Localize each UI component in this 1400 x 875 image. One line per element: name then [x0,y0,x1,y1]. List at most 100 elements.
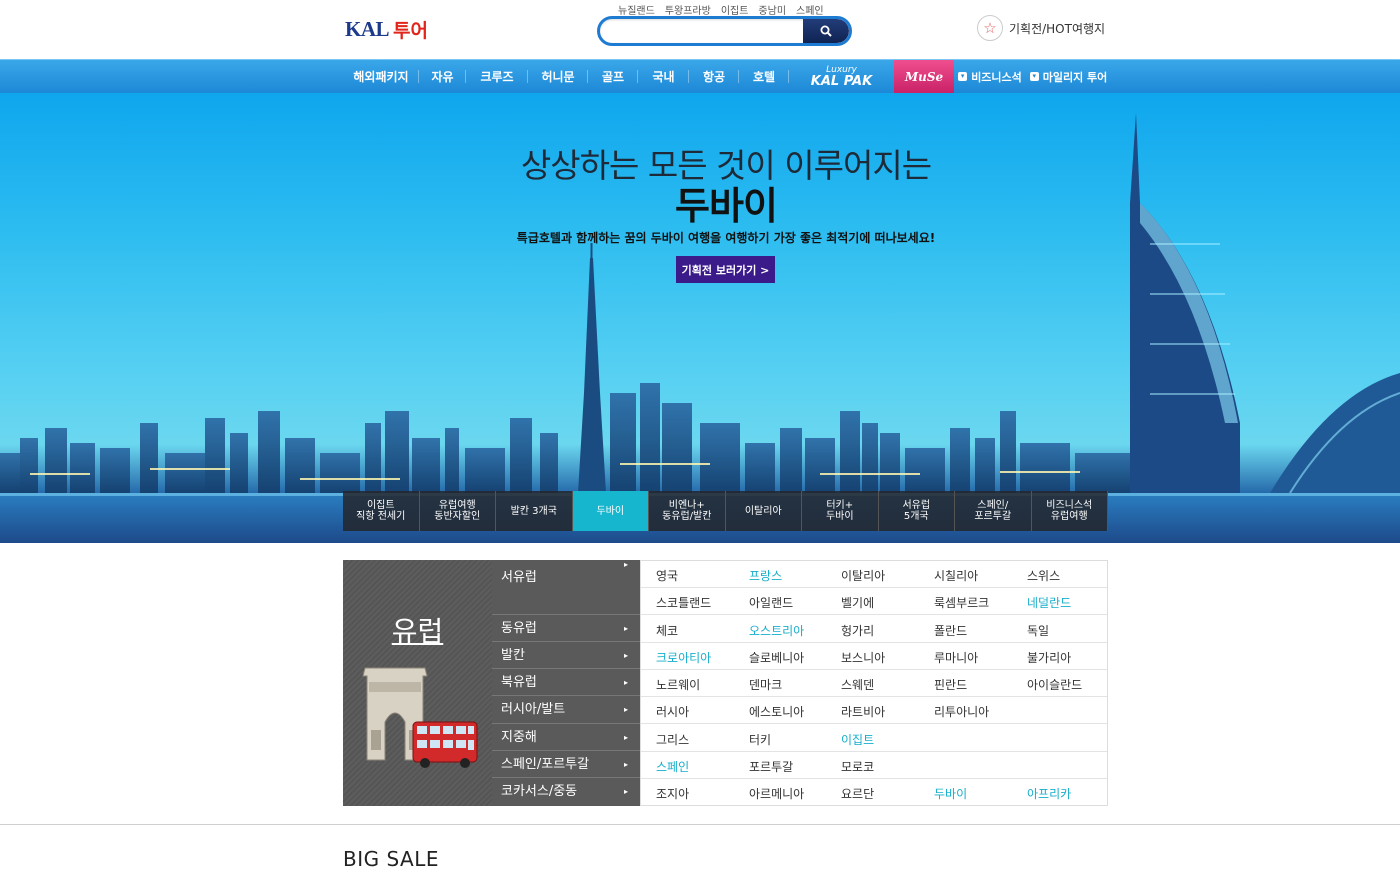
country-link[interactable]: 덴마크 [749,676,782,693]
region-title[interactable]: 유럽 [343,610,492,650]
subregion-item[interactable]: 러시아/발트 [492,696,640,724]
nav-item-business[interactable]: ▾ 비즈니스석 [954,60,1026,93]
hero-tab[interactable]: 터키+ 두바이 [802,491,879,531]
hero-tab[interactable]: 이집트 직항 전세기 [343,491,420,531]
country-link[interactable]: 영국 [656,567,678,584]
nav-item-cruise[interactable]: 크루즈 [466,60,528,93]
hero-banner[interactable]: 상상하는 모든 것이 이루어지는 두바이 특급호텔과 함께하는 꿈의 두바이 여… [0,93,1400,543]
quick-link[interactable]: 이집트 [721,2,749,17]
country-link[interactable]: 네덜란드 [1027,594,1071,611]
country-link[interactable]: 러시아 [656,703,689,720]
country-row: 크로아티아 슬로베니아 보스니아 루마니아 불가리아 [641,643,1107,670]
subregion-item[interactable]: 서유럽 [492,560,640,615]
kalpak-label: KAL PAK [810,73,873,89]
country-link[interactable]: 프랑스 [749,567,782,584]
country-link[interactable]: 조지아 [656,785,689,802]
country-link[interactable]: 이탈리아 [841,567,885,584]
quick-link[interactable]: 스페인 [796,2,824,17]
subregion-item[interactable]: 동유럽 [492,615,640,642]
country-link[interactable]: 노르웨이 [656,676,700,693]
subregion-item[interactable]: 지중해 [492,724,640,751]
country-link[interactable]: 라트비아 [841,703,885,720]
big-sale-heading: BIG SALE [343,847,440,871]
search-button[interactable] [803,19,849,43]
section-divider [0,824,1400,825]
country-link[interactable]: 그리스 [656,731,689,748]
country-link[interactable]: 스위스 [1027,567,1060,584]
country-link[interactable]: 오스트리아 [749,622,804,639]
country-link[interactable]: 불가리아 [1027,649,1071,666]
hero-tab[interactable]: 유럽여행 동반자할인 [419,491,496,531]
search-input[interactable] [600,19,805,43]
main-nav: 해외패키지 자유 크루즈 허니문 골프 국내 항공 호텔 Luxury KAL … [0,59,1400,93]
country-grid: 영국 프랑스 이탈리아 시칠리아 스위스스코틀랜드 아일랜드 벨기에 룩셈부르크 네덜란드체코 오… [640,560,1108,806]
country-link[interactable]: 보스니아 [841,649,885,666]
hero-tab[interactable]: 비엔나+ 동유럽/발칸 [649,491,726,531]
country-link[interactable]: 요르단 [841,785,874,802]
country-row: 영국 프랑스 이탈리아 시칠리아 스위스 [641,561,1107,588]
nav-item-muse[interactable]: MuSe [894,60,954,93]
country-link[interactable]: 터키 [749,731,771,748]
country-row: 러시아 에스토니아 라트비아 리투아니아 [641,697,1107,724]
hot-destinations-link[interactable]: ☆ 기획전/HOT여행지 [977,15,1105,41]
country-link[interactable]: 리투아니아 [934,703,989,720]
country-link[interactable]: 크로아티아 [656,649,711,666]
subregion-item[interactable]: 코카서스/중동 [492,778,640,806]
country-link[interactable]: 핀란드 [934,676,967,693]
subregion-menu: 서유럽 동유럽 발칸 북유럽 러시아/발트 지중해 스페인/포르투갈 코카서스/… [492,560,640,806]
hero-tab-active[interactable]: 두바이 [572,491,649,531]
kal-tour-logo[interactable]: KAL 투어 [345,16,428,43]
country-link[interactable]: 체코 [656,622,678,639]
country-link[interactable]: 룩셈부르크 [934,594,989,611]
hero-tab[interactable]: 발칸 3개국 [496,491,573,531]
subregion-item[interactable]: 발칸 [492,642,640,669]
quick-links: 뉴질랜드 투왕프라방 이집트 중남미 스페인 [618,2,824,17]
nav-item-hotel[interactable]: 호텔 [739,60,789,93]
region-card[interactable]: 유럽 [343,560,492,806]
nav-item-honeymoon[interactable]: 허니문 [528,60,588,93]
country-link[interactable]: 아프리카 [1027,785,1071,802]
country-link[interactable]: 두바이 [934,785,967,802]
country-link[interactable]: 아이슬란드 [1027,676,1082,693]
country-link[interactable]: 아르메니아 [749,785,804,802]
country-link[interactable]: 에스토니아 [749,703,804,720]
region-europe: 유럽 서유럽 동유럽 발칸 북유럽 러시아/발트 [343,560,1108,806]
hero-tab[interactable]: 스페인/ 포르투갈 [955,491,1032,531]
hero-tab[interactable]: 비즈니스석 유럽여행 [1031,491,1108,531]
country-link[interactable]: 슬로베니아 [749,649,804,666]
quick-link[interactable]: 뉴질랜드 [618,2,655,17]
country-row: 체코 오스트리아 헝가리 폴란드 독일 [641,616,1107,643]
nav-item-mileage[interactable]: ▾ 마일리지 투어 [1026,60,1111,93]
country-link[interactable]: 벨기에 [841,594,874,611]
country-link[interactable]: 스웨덴 [841,676,874,693]
country-link[interactable]: 스페인 [656,758,689,775]
nav-item-overseas-package[interactable]: 해외패키지 [343,60,419,93]
hero-tab[interactable]: 이탈리아 [725,491,802,531]
country-link[interactable]: 이집트 [841,731,874,748]
country-link[interactable]: 스코틀랜드 [656,594,711,611]
country-link[interactable]: 아일랜드 [749,594,793,611]
arc-de-triomphe-and-bus-illustration [362,667,478,768]
hero-tab[interactable]: 서유럽 5개국 [878,491,955,531]
mileage-label: 마일리지 투어 [1042,70,1108,84]
subregion-item[interactable]: 스페인/포르투갈 [492,751,640,778]
country-row: 그리스 터키 이집트 [641,725,1107,752]
quick-link[interactable]: 투왕프라방 [665,2,711,17]
country-link[interactable]: 시칠리아 [934,567,978,584]
hot-link-label: 기획전/HOT여행지 [1009,21,1106,36]
country-link[interactable]: 독일 [1027,622,1049,639]
view-promotion-button[interactable]: 기획전 보러가기 > [676,256,775,283]
nav-item-golf[interactable]: 골프 [588,60,638,93]
logo-kal-text: KAL [345,17,390,41]
subregion-item[interactable]: 북유럽 [492,669,640,696]
nav-item-free[interactable]: 자유 [419,60,466,93]
nav-item-luxury-kalpak[interactable]: Luxury KAL PAK [789,60,894,93]
quick-link[interactable]: 중남미 [758,2,786,17]
nav-item-air[interactable]: 항공 [689,60,739,93]
country-link[interactable]: 폴란드 [934,622,967,639]
nav-item-domestic[interactable]: 국내 [638,60,689,93]
country-link[interactable]: 모로코 [841,758,874,775]
country-link[interactable]: 루마니아 [934,649,978,666]
country-link[interactable]: 헝가리 [841,622,874,639]
country-link[interactable]: 포르투갈 [749,758,793,775]
